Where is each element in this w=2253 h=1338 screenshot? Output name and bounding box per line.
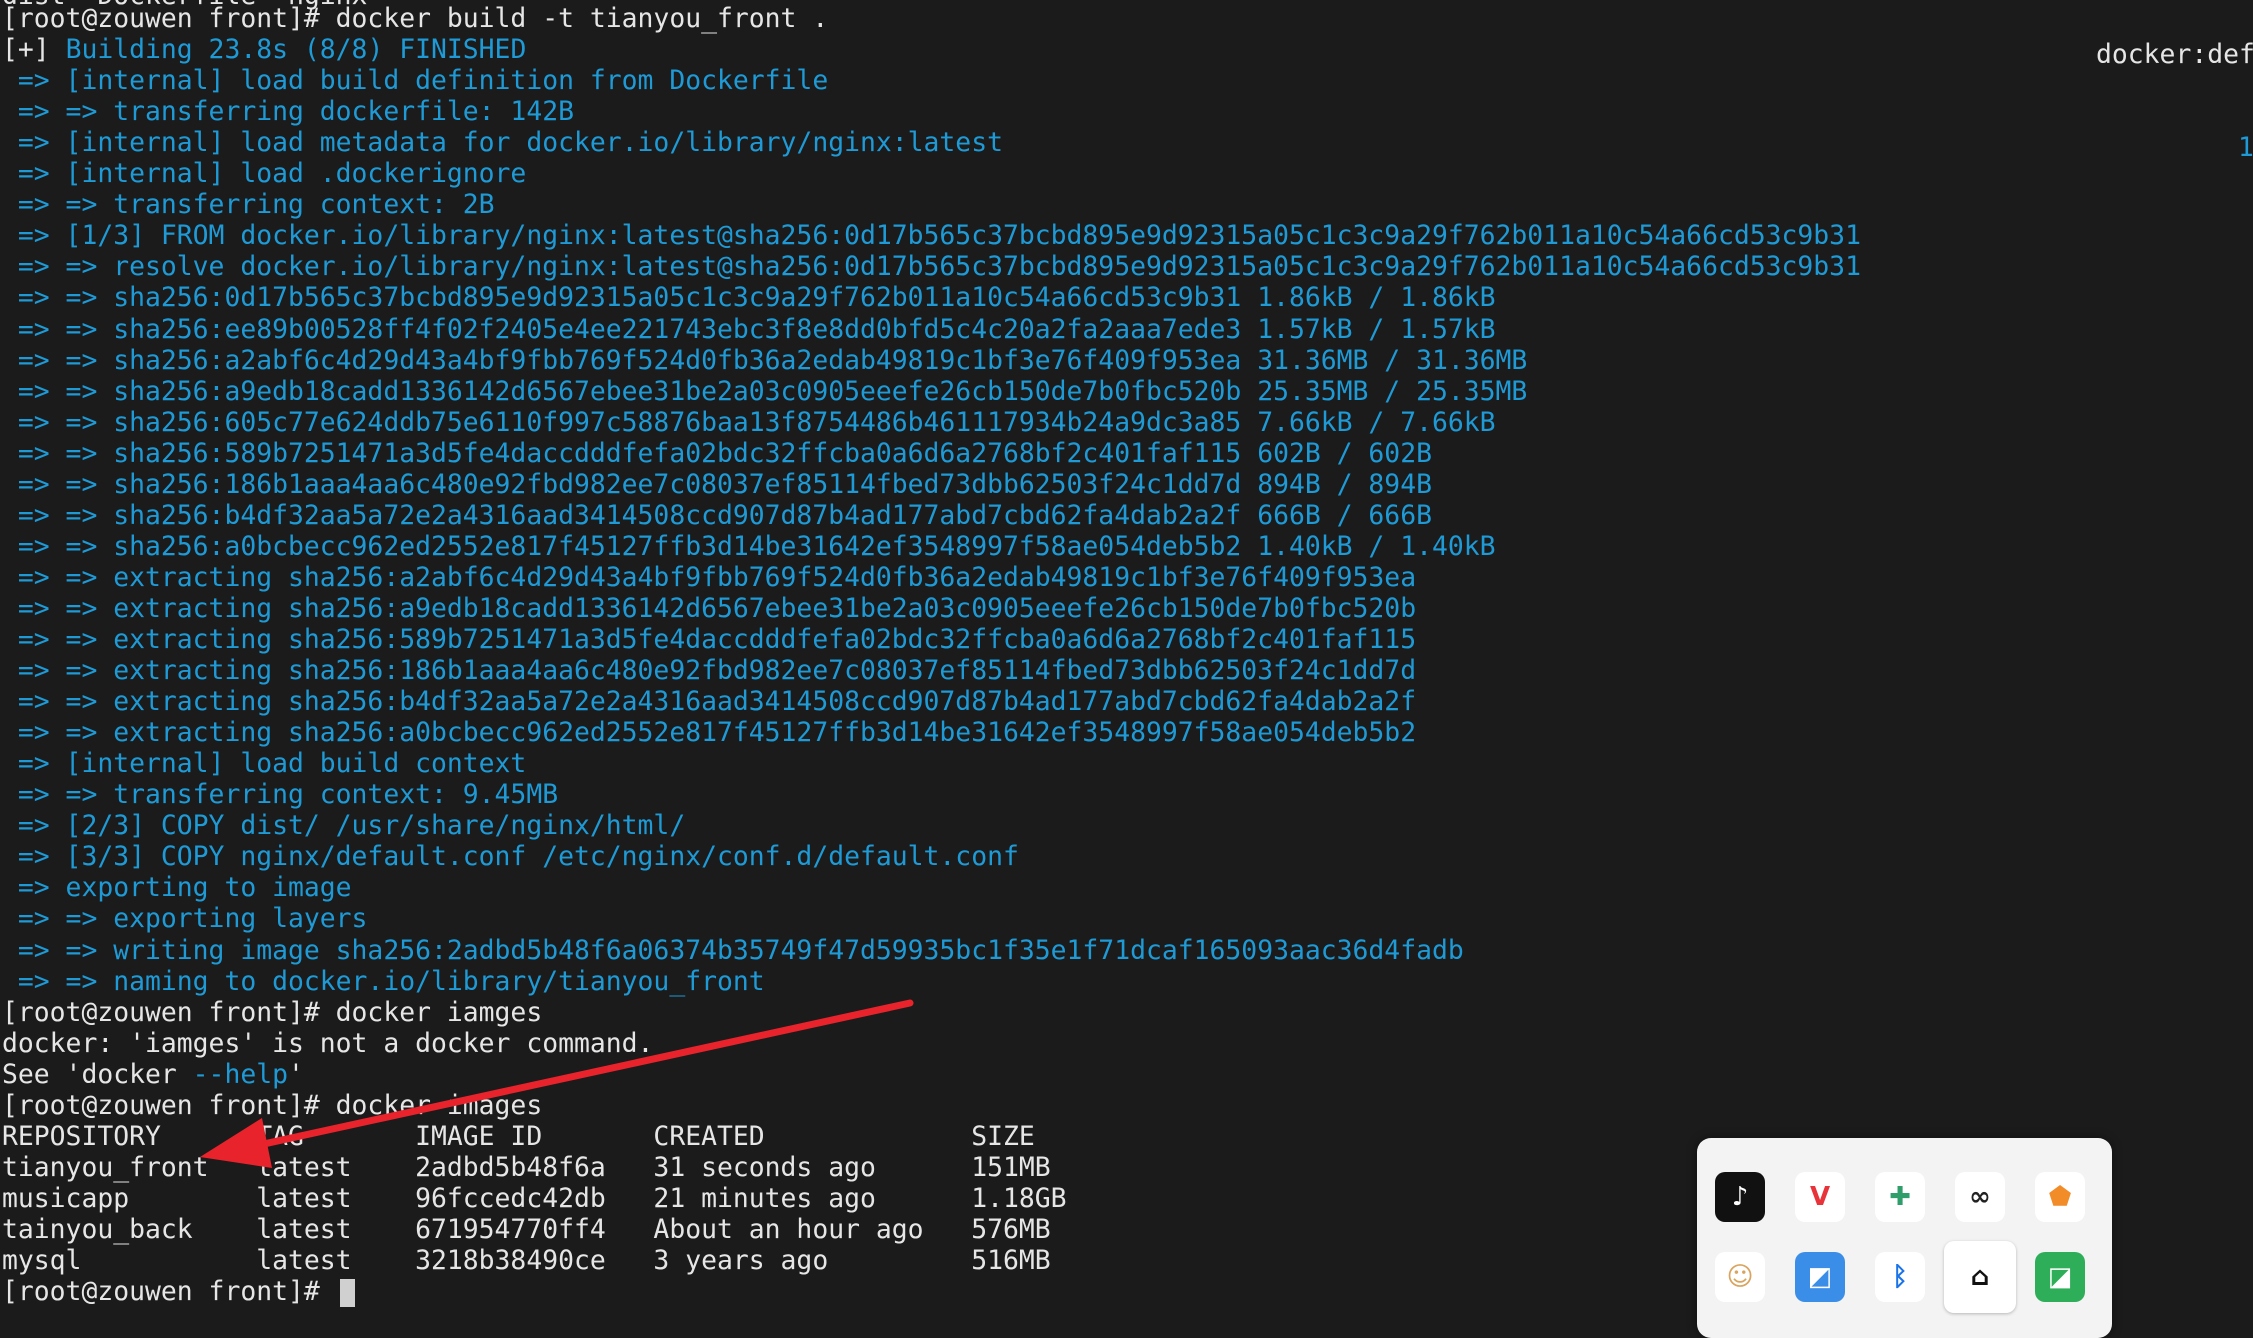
terminal-window[interactable]: dist Dockerfile nginx [root@zouwen front… — [0, 0, 2253, 1327]
bookmark-app-icon[interactable]: ⌂ — [1944, 1241, 2016, 1313]
terminal-line: => => extracting sha256:b4df32aa5a72e2a4… — [2, 686, 1417, 718]
wps-icon[interactable]: V — [1795, 1172, 1845, 1222]
terminal-line: => => sha256:a0bcbecc962ed2552e817f45127… — [2, 530, 1496, 562]
terminal-line: => [2/3] COPY dist/ /usr/share/nginx/htm… — [2, 810, 686, 842]
terminal-line: => [internal] load metadata for docker.i… — [2, 127, 1003, 159]
terminal-line: REPOSITORY TAG IMAGE ID CREATED SIZE — [2, 1120, 1035, 1152]
terminal-line: => => exporting layers — [2, 903, 368, 935]
terminal-line: => => sha256:a9edb18cadd1336142d6567ebee… — [2, 375, 1528, 407]
terminal-line: => => transferring dockerfile: 142B — [2, 96, 574, 128]
terminal-line: => [1/3] FROM docker.io/library/nginx:la… — [2, 220, 1861, 252]
terminal-cursor[interactable] — [339, 1278, 355, 1307]
terminal-line: => => sha256:589b7251471a3d5fe4daccdddfe… — [2, 437, 1432, 469]
terminal-line: => [3/3] COPY nginx/default.conf /etc/ng… — [2, 841, 1019, 873]
terminal-line: => [internal] load .dockerignore — [2, 158, 527, 190]
terminal-line: => => transferring context: 2B — [2, 189, 495, 221]
terminal-line: [+] Building 23.8s (8/8) FINISHED — [2, 34, 527, 66]
green-app-icon[interactable]: ◪ — [2035, 1252, 2085, 1302]
terminal-line: tianyou_front latest 2adbd5b48f6a 31 sec… — [2, 1151, 1051, 1183]
terminal-line: => => resolve docker.io/library/nginx:la… — [2, 251, 1861, 283]
terminal-line: => => sha256:ee89b00528ff4f02f2405e4ee22… — [2, 313, 1496, 345]
terminal-line: => [internal] load build definition from… — [2, 65, 829, 97]
terminal-line: => => writing image sha256:2adbd5b48f6a0… — [2, 934, 1464, 966]
terminal-line: [root@zouwen front]# — [2, 1276, 355, 1307]
terminal-line: => => naming to docker.io/library/tianyo… — [2, 965, 765, 997]
creative-cloud-icon[interactable]: ∞ — [1955, 1172, 2005, 1222]
terminal-line: => => extracting sha256:589b7251471a3d5f… — [2, 624, 1417, 655]
terminal-line: => [internal] load build context — [2, 748, 527, 780]
terminal-line: => => sha256:605c77e624ddb75e6110f997c58… — [2, 406, 1496, 438]
terminal-right-number: 1 — [2238, 132, 2253, 163]
screenshot-app-icon[interactable]: ◩ — [1795, 1252, 1845, 1302]
security-shield-icon[interactable]: ⬟ — [2035, 1172, 2085, 1222]
bluetooth-icon[interactable]: ᛒ — [1875, 1252, 1925, 1302]
terminal-line: tainyou_back latest 671954770ff4 About a… — [2, 1213, 1051, 1245]
puzzle-app-icon[interactable]: ✚ — [1875, 1172, 1925, 1222]
terminal-line: [root@zouwen front]# docker images — [2, 1089, 543, 1121]
terminal-line: docker: 'iamges' is not a docker command… — [2, 1027, 654, 1059]
cat-app-icon[interactable]: ☺ — [1715, 1252, 1765, 1302]
terminal-line: => => extracting sha256:186b1aaa4aa6c480… — [2, 655, 1417, 687]
terminal-line: [root@zouwen front]# docker build -t tia… — [2, 3, 829, 34]
tiktok-icon[interactable]: ♪ — [1715, 1172, 1765, 1222]
terminal-line: => => sha256:0d17b565c37bcbd895e9d92315a… — [2, 282, 1496, 314]
terminal-line: => => extracting sha256:a2abf6c4d29d43a4… — [2, 561, 1417, 593]
terminal-line: [root@zouwen front]# docker iamges — [2, 996, 543, 1028]
terminal-line: See 'docker --help' — [2, 1058, 304, 1090]
terminal-line: => => transferring context: 9.45MB — [2, 779, 559, 811]
terminal-line: => => extracting sha256:a0bcbecc962ed255… — [2, 717, 1417, 749]
terminal-line: => exporting to image — [2, 872, 352, 904]
terminal-line: => => extracting sha256:a9edb18cadd13361… — [2, 592, 1417, 624]
terminal-line: => => sha256:b4df32aa5a72e2a4316aad34145… — [2, 499, 1432, 531]
terminal-line: musicapp latest 96fccedc42db 21 minutes … — [2, 1182, 1067, 1214]
terminal-line: mysql latest 3218b38490ce 3 years ago 51… — [2, 1245, 1051, 1276]
system-tray-overflow-panel: ♪ V ✚ ∞ ⬟ ☺ ◩ ᛒ ⌂ ◪ — [1697, 1138, 2112, 1338]
terminal-right-note: docker:def — [2096, 39, 2253, 70]
terminal-line: => => sha256:186b1aaa4aa6c480e92fbd982ee… — [2, 468, 1432, 500]
terminal-line: => => sha256:a2abf6c4d29d43a4bf9fbb769f5… — [2, 344, 1528, 376]
